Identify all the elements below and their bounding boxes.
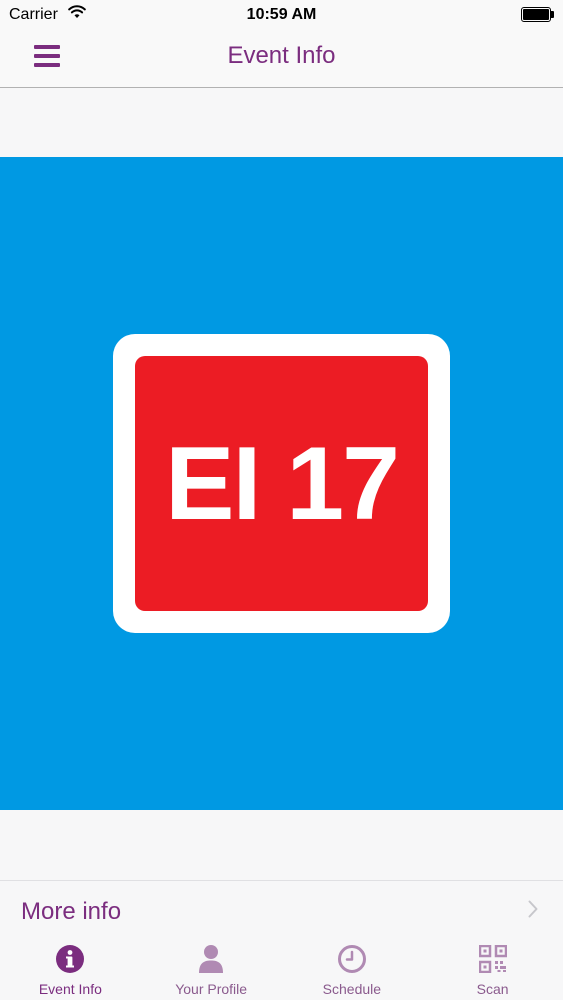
event-logo-badge: EI 17 bbox=[135, 356, 428, 611]
clock-icon bbox=[337, 943, 367, 975]
tab-event-info[interactable]: Event Info bbox=[0, 935, 141, 1000]
info-icon bbox=[55, 943, 85, 975]
tab-scan[interactable]: Scan bbox=[422, 935, 563, 1000]
tab-your-profile[interactable]: Your Profile bbox=[141, 935, 282, 1000]
navigation-bar: Event Info bbox=[0, 30, 563, 88]
app-screen: Carrier 10:59 AM Event Info EI 17 More i… bbox=[0, 0, 563, 1000]
person-icon bbox=[198, 943, 224, 975]
tab-label: Schedule bbox=[322, 981, 382, 997]
more-info-label: More info bbox=[21, 898, 122, 925]
battery-icon bbox=[521, 7, 554, 22]
status-time: 10:59 AM bbox=[246, 6, 317, 23]
tab-bar: Event Info Your Profile Schedule Scan bbox=[0, 935, 563, 1000]
tab-label: Event Info bbox=[38, 981, 102, 997]
qr-code-icon bbox=[478, 943, 507, 975]
status-bar: Carrier 10:59 AM bbox=[0, 0, 563, 30]
event-logo-text: EI 17 bbox=[165, 425, 400, 542]
event-logo: EI 17 bbox=[113, 334, 450, 633]
chevron-right-icon bbox=[528, 900, 538, 923]
tab-label: Scan bbox=[476, 981, 509, 997]
page-title: Event Info bbox=[227, 42, 336, 69]
event-banner: EI 17 bbox=[0, 157, 563, 810]
tab-label: Your Profile bbox=[175, 981, 248, 997]
more-info-row[interactable]: More info bbox=[0, 880, 563, 938]
tab-schedule[interactable]: Schedule bbox=[282, 935, 423, 1000]
